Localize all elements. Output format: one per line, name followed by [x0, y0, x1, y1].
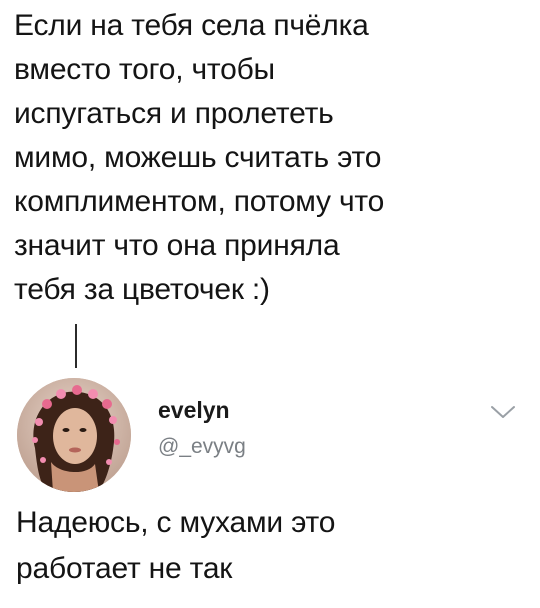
- reply-tweet-text: Надеюсь, с мухами это работает не так: [16, 500, 526, 592]
- tweet-line: мимо, можешь считать это: [14, 141, 382, 174]
- quoted-tweet-text: Если на тебя села пчёлка вместо того, чт…: [14, 4, 524, 312]
- tweet-line: испугаться и пролететь: [14, 97, 334, 130]
- author-name[interactable]: evelyn: [158, 396, 246, 424]
- avatar[interactable]: [17, 378, 131, 492]
- reply-line: Надеюсь, с мухами это: [16, 506, 336, 539]
- tweet-line: Если на тебя села пчёлка: [14, 9, 369, 42]
- author-handle[interactable]: @_evyvg: [158, 432, 246, 462]
- tweet-line: комплиментом, потому что: [14, 185, 385, 218]
- reply-author[interactable]: evelyn @_evyvg: [158, 396, 246, 462]
- profile-photo-icon: [17, 378, 131, 492]
- chevron-down-icon[interactable]: [490, 404, 516, 420]
- tweet-line: тебя за цветочек :): [14, 273, 270, 306]
- tweet-line: значит что она приняла: [14, 229, 340, 262]
- reply-line: работает не так: [16, 552, 233, 585]
- thread-connector-line: [75, 324, 77, 368]
- tweet-line: вместо того, чтобы: [14, 53, 275, 86]
